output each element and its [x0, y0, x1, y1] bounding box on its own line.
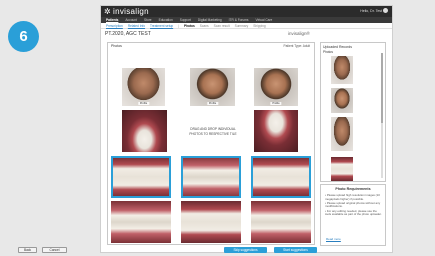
uploaded-thumbnail[interactable]: [331, 117, 353, 151]
patient-name: PT.2020, AGC TEST: [105, 31, 151, 37]
uploaded-records-title: Uploaded Records: [323, 45, 352, 49]
brand-name: invisalign: [113, 7, 149, 16]
brand-wordmark: invisalign®: [288, 31, 310, 36]
subnav-shipping[interactable]: Shipping: [253, 24, 265, 28]
nav-item-support[interactable]: Support: [180, 18, 191, 22]
photo-requirements-panel: Photo Requirements • Please upload high …: [320, 184, 386, 246]
nav-item-patients[interactable]: Patients: [106, 18, 118, 22]
subnav-scan-result[interactable]: Scan result: [214, 24, 230, 28]
photo-tile-extra-3[interactable]: [251, 201, 311, 243]
cancel-button[interactable]: Cancel: [42, 247, 67, 253]
uploaded-records-panel: Uploaded Records Photos: [320, 42, 386, 182]
photo-tile-extra-1[interactable]: [111, 201, 171, 243]
uploaded-photos-label: Photos: [323, 50, 333, 54]
uploaded-thumbnail[interactable]: [331, 157, 353, 181]
photo-tile-smile[interactable]: Profile: [254, 68, 298, 106]
photo-tile-label: Profile: [270, 102, 282, 105]
photos-panel: Photos Patient Type: Adult Profile Profi…: [107, 42, 315, 245]
step-number-badge: 6: [8, 21, 39, 52]
photo-tile-label: Profile: [206, 102, 219, 105]
photo-tile-frontal[interactable]: Profile: [190, 68, 235, 106]
requirement-text: For any editing needed, please use the t…: [325, 208, 382, 217]
nav-item-itr-forums[interactable]: ITR & Forums: [229, 18, 249, 22]
photo-tile-lower-occlusal[interactable]: [254, 110, 298, 152]
photos-panel-title: Photos: [111, 44, 122, 48]
subnav-photos[interactable]: Photos: [184, 24, 195, 28]
photos-panel-header: Photos Patient Type: Adult: [108, 43, 314, 51]
start-suggestions-button[interactable]: Start suggestions: [274, 247, 317, 253]
uploaded-thumbnail[interactable]: [331, 56, 353, 84]
photo-tile-upper-occlusal[interactable]: [122, 110, 167, 152]
logo-mark-icon: ✲: [104, 7, 112, 16]
back-button[interactable]: Back: [18, 247, 37, 253]
drag-drop-hint: DRAG AND DROP INDIVIDUAL PHOTOS TO RESPE…: [189, 127, 237, 136]
top-bar: ✲ invisalign Hello, Dr. Test: [101, 6, 392, 17]
photo-tile-anterior[interactable]: [181, 156, 241, 198]
photo-tile-left-buccal[interactable]: [251, 156, 311, 198]
subnav-summary[interactable]: Summary: [235, 24, 249, 28]
avatar-icon: [383, 8, 388, 13]
nav-item-digital-marketing[interactable]: Digital Marketing: [198, 18, 222, 22]
requirement-item: • For any editing needed, please use the…: [325, 208, 382, 217]
screen: 6 ✲ invisalign Hello, Dr. Test Patients …: [0, 0, 435, 256]
user-greeting: Hello, Dr. Test: [360, 8, 382, 13]
subnav-scans[interactable]: Scans: [200, 24, 209, 28]
nav-item-education[interactable]: Education: [159, 18, 173, 22]
app-window: ✲ invisalign Hello, Dr. Test Patients Ac…: [100, 5, 393, 253]
photo-tile-extra-2[interactable]: [181, 201, 241, 243]
photo-requirements-title: Photo Requirements: [335, 187, 371, 191]
user-menu[interactable]: Hello, Dr. Test: [360, 8, 388, 13]
subnav-treatment-setup[interactable]: Treatment setup: [150, 24, 173, 28]
photo-tile-profile[interactable]: Profile: [122, 68, 165, 106]
requirement-text: Please upload original photos without an…: [325, 200, 381, 209]
requirement-text: Please upload high resolution images (10…: [325, 193, 380, 201]
skip-suggestions-button[interactable]: Skip suggestions: [224, 247, 267, 253]
subnav-related-info[interactable]: Related Info: [128, 24, 145, 28]
photo-tile-label: Profile: [137, 102, 150, 105]
uploaded-thumbnail[interactable]: [331, 88, 353, 113]
photo-tile-right-buccal[interactable]: [111, 156, 171, 198]
read-more-link[interactable]: Read more: [326, 237, 341, 241]
nav-item-account[interactable]: Account: [125, 18, 137, 22]
uploaded-scrollbar[interactable]: [381, 53, 383, 178]
patient-header: PT.2020, AGC TEST invisalign®: [101, 29, 392, 38]
nav-item-store[interactable]: Store: [144, 18, 152, 22]
subnav-prescription[interactable]: Prescription: [106, 24, 123, 28]
subnav-separator: |: [178, 23, 179, 28]
patient-type: Patient Type: Adult: [283, 44, 310, 48]
nav-item-virtual-care[interactable]: Virtual Care: [256, 18, 273, 22]
scrollbar-thumb[interactable]: [381, 53, 383, 123]
brand-logo[interactable]: ✲ invisalign: [104, 7, 149, 16]
requirements-list: • Please upload high resolution images (…: [325, 193, 382, 217]
